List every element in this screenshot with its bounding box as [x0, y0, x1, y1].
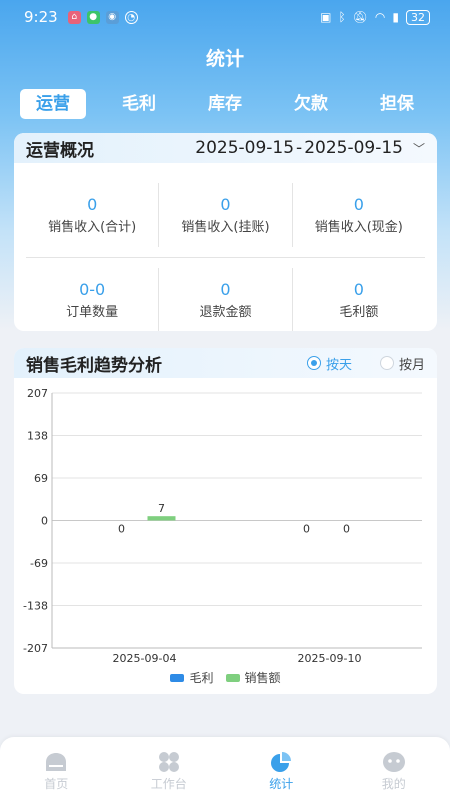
- nav-home[interactable]: 首页: [0, 737, 113, 800]
- page-title: 统计: [205, 48, 244, 70]
- y-tick-label: -69: [30, 557, 48, 570]
- status-bar: 9:23 ⌂ ● ◉ ◔ ▣ ᛒ 🔕︎ ◠ ▮ 32: [0, 0, 450, 34]
- legend-item-sales[interactable]: 销售额: [225, 669, 281, 686]
- radio-label: 按月: [398, 357, 425, 373]
- date-range-picker[interactable]: 2025-09-15 - 2025-09-15 ﹀: [195, 138, 425, 158]
- wifi-icon: ◠: [374, 10, 386, 24]
- legend-swatch: [170, 673, 185, 682]
- overview-title: 运营概况: [26, 140, 94, 161]
- date-start: 2025-09-15: [195, 138, 295, 158]
- app-notification-icon: ⌂: [67, 10, 81, 24]
- stat-sales-credit[interactable]: 0 销售收入(挂账): [158, 183, 291, 247]
- radio-dot-icon: [306, 356, 321, 370]
- bluetooth-icon: ᛒ: [338, 10, 346, 24]
- mute-icon: 🔕︎: [352, 10, 368, 24]
- date-end: 2025-09-15: [304, 138, 403, 158]
- tab-arrears[interactable]: 欠款: [278, 89, 344, 119]
- radio-by-month[interactable]: 按月: [379, 354, 425, 373]
- alert-icon: ▮: [392, 10, 399, 24]
- chart-legend: 毛利 销售额: [14, 669, 437, 686]
- user-icon: [382, 752, 405, 772]
- data-label: 0: [303, 523, 310, 536]
- nav-label: 我的: [381, 777, 406, 791]
- chat-notification-icon: ●: [86, 10, 100, 24]
- stat-refund-amount[interactable]: 0 退款金额: [158, 268, 291, 331]
- overview-header: 运营概况 2025-09-15 - 2025-09-15 ﹀: [14, 133, 437, 163]
- status-time: 9:23: [24, 8, 58, 26]
- stat-sales-cash[interactable]: 0 销售收入(现金): [291, 183, 425, 247]
- stat-order-count[interactable]: 0-0 订单数量: [26, 268, 158, 331]
- tab-operations[interactable]: 运营: [20, 89, 86, 119]
- tab-gross-profit[interactable]: 毛利: [106, 89, 172, 119]
- nav-label: 工作台: [150, 777, 187, 791]
- y-tick-label: -138: [23, 600, 48, 613]
- bottom-navigation: 首页 工作台 统计 我的: [0, 737, 450, 800]
- stat-value: 0-0: [79, 279, 106, 299]
- legend-swatch: [225, 673, 240, 682]
- shield-notification-icon: ◉: [105, 10, 119, 24]
- nav-label: 统计: [269, 777, 294, 791]
- y-tick-label: 0: [41, 515, 48, 528]
- stat-row: 0 销售收入(合计) 0 销售收入(挂账) 0 销售收入(现金): [26, 183, 425, 247]
- stat-value: 0: [353, 195, 364, 214]
- tab-guarantee[interactable]: 担保: [364, 89, 430, 119]
- nav-label: 首页: [44, 777, 69, 791]
- bar: [147, 516, 176, 521]
- radio-by-day[interactable]: 按天: [306, 354, 352, 373]
- speed-icon: ◔: [124, 10, 138, 24]
- stat-label: 销售收入(挂账): [181, 220, 270, 235]
- trend-bar-chart: 207 138 69 0 -69 -138 -207 2025-09-04 0 7 2025-09-…: [23, 387, 422, 665]
- nfc-icon: ▣: [320, 10, 332, 24]
- grid-icon: [158, 752, 179, 772]
- trend-header: 销售毛利趋势分析 按天 按月: [14, 348, 437, 378]
- data-label: 0: [118, 523, 125, 536]
- nav-statistics[interactable]: 统计: [225, 737, 338, 800]
- data-label: 7: [158, 502, 165, 515]
- pie-chart-icon: [271, 752, 292, 772]
- trend-title: 销售毛利趋势分析: [26, 355, 162, 376]
- stat-value: 0: [220, 279, 231, 299]
- stat-value: 0: [220, 195, 231, 214]
- stat-gross-profit[interactable]: 0 毛利额: [291, 268, 425, 331]
- stat-label: 毛利额: [339, 304, 379, 320]
- y-tick-label: 207: [27, 387, 48, 400]
- chevron-down-icon: ﹀: [412, 141, 425, 156]
- stat-label: 退款金额: [199, 304, 252, 320]
- data-label: 0: [343, 523, 350, 536]
- legend-label: 毛利: [189, 671, 214, 685]
- x-tick-label: 2025-09-10: [298, 652, 362, 665]
- x-tick-label: 2025-09-04: [113, 652, 177, 665]
- home-icon: [46, 753, 67, 771]
- stat-label: 销售收入(现金): [314, 220, 403, 235]
- legend-item-profit[interactable]: 毛利: [170, 669, 214, 686]
- stat-grid: 0 销售收入(合计) 0 销售收入(挂账) 0 销售收入(现金) 0-0 订单数…: [26, 183, 425, 331]
- trend-analysis-card: 销售毛利趋势分析 按天 按月 207 138 69 0 -69 -138 -207 2025-…: [14, 348, 437, 694]
- date-separator: -: [296, 138, 303, 158]
- stat-row: 0-0 订单数量 0 退款金额 0 毛利额: [26, 257, 425, 331]
- legend-label: 销售额: [244, 671, 281, 685]
- y-tick-label: 69: [34, 472, 48, 485]
- category-tabs: 运营 毛利 库存 欠款 担保: [20, 89, 430, 119]
- radio-dot-icon: [379, 356, 394, 370]
- operations-overview-card: 运营概况 2025-09-15 - 2025-09-15 ﹀ 0 销售收入(合计…: [14, 133, 437, 331]
- radio-label: 按天: [325, 357, 352, 373]
- stat-value: 0: [87, 195, 98, 214]
- period-radio-group: 按天 按月: [306, 354, 425, 373]
- y-tick-label: 138: [27, 430, 48, 443]
- stat-sales-total[interactable]: 0 销售收入(合计): [26, 183, 158, 247]
- nav-workbench[interactable]: 工作台: [113, 737, 226, 800]
- tab-inventory[interactable]: 库存: [192, 89, 258, 119]
- stat-label: 销售收入(合计): [48, 220, 137, 235]
- nav-mine[interactable]: 我的: [338, 737, 450, 800]
- battery-indicator: 32: [406, 9, 430, 25]
- stat-label: 订单数量: [66, 304, 119, 320]
- stat-value: 0: [353, 279, 364, 299]
- y-tick-label: -207: [23, 642, 48, 655]
